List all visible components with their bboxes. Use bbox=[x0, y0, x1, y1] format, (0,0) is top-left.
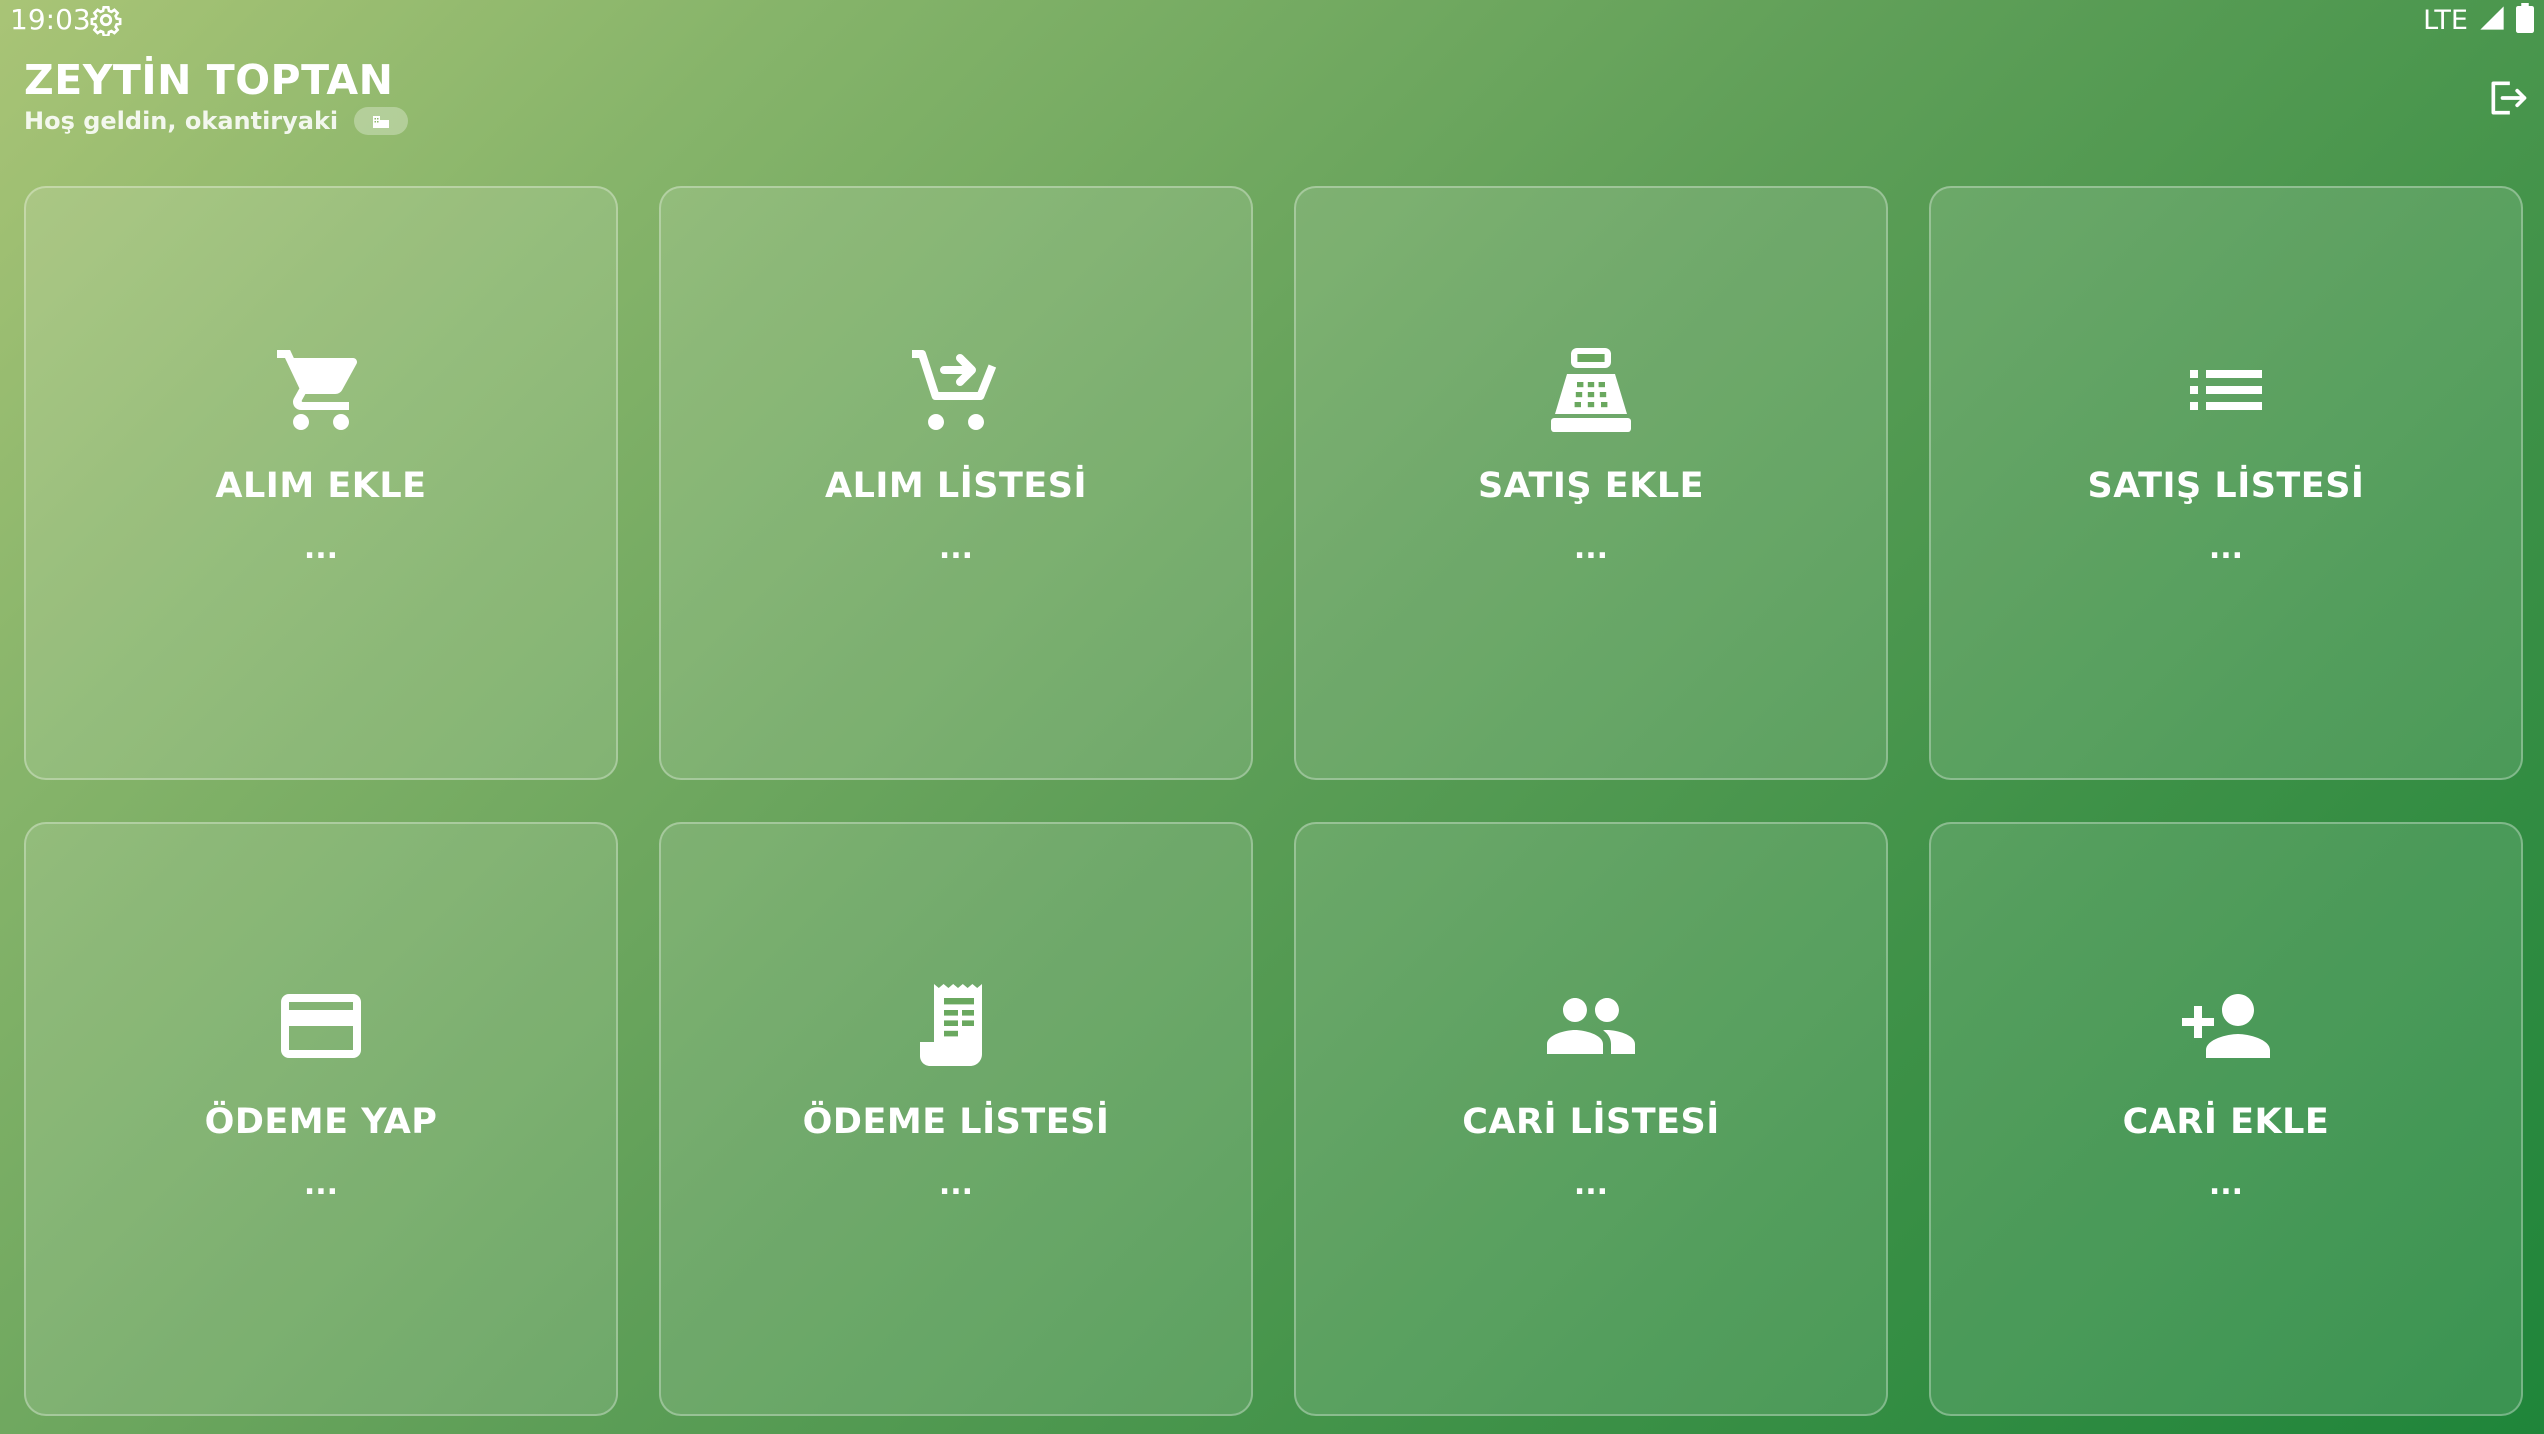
status-time: 19:03 bbox=[10, 3, 91, 36]
signal-icon bbox=[2478, 4, 2506, 37]
card-subtitle: ... bbox=[303, 531, 339, 566]
card-subtitle: ... bbox=[2208, 531, 2244, 566]
menu-grid: ALIM EKLE ... ALIM LİSTESİ ... SATIŞ EKL… bbox=[24, 186, 2524, 1416]
card-subtitle: ... bbox=[1573, 531, 1609, 566]
card-label: ÖDEME LİSTESİ bbox=[802, 1102, 1110, 1142]
menu-card-odeme-listesi[interactable]: ÖDEME LİSTESİ ... bbox=[659, 822, 1253, 1416]
settings-gear-icon bbox=[90, 4, 122, 37]
greeting-row: Hoş geldin, okantiryaki bbox=[24, 104, 409, 138]
people-icon bbox=[1543, 978, 1639, 1074]
menu-card-cari-ekle[interactable]: CARİ EKLE ... bbox=[1929, 822, 2523, 1416]
receipt-icon bbox=[908, 978, 1004, 1074]
card-subtitle: ... bbox=[303, 1167, 339, 1202]
menu-card-alim-ekle[interactable]: ALIM EKLE ... bbox=[24, 186, 618, 780]
business-icon bbox=[354, 107, 409, 135]
card-subtitle: ... bbox=[938, 531, 974, 566]
menu-card-satis-listesi[interactable]: SATIŞ LİSTESİ ... bbox=[1929, 186, 2523, 780]
menu-card-satis-ekle[interactable]: SATIŞ EKLE ... bbox=[1294, 186, 1888, 780]
menu-card-cari-listesi[interactable]: CARİ LİSTESİ ... bbox=[1294, 822, 1888, 1416]
card-subtitle: ... bbox=[2208, 1167, 2244, 1202]
logout-icon bbox=[2491, 81, 2527, 115]
card-label: CARİ LİSTESİ bbox=[1462, 1102, 1720, 1142]
card-label: ALIM EKLE bbox=[215, 466, 427, 506]
network-type: LTE bbox=[2423, 4, 2468, 36]
menu-card-alim-listesi[interactable]: ALIM LİSTESİ ... bbox=[659, 186, 1253, 780]
status-indicators: LTE bbox=[2423, 2, 2534, 38]
card-label: SATIŞ LİSTESİ bbox=[2087, 466, 2365, 506]
card-subtitle: ... bbox=[938, 1167, 974, 1202]
credit-card-icon bbox=[273, 978, 369, 1074]
status-bar: 19:03 LTE bbox=[0, 0, 2544, 40]
cart-arrow-icon bbox=[908, 342, 1004, 438]
card-label: ALIM LİSTESİ bbox=[825, 466, 1087, 506]
app-title: ZEYTİN TOPTAN bbox=[24, 56, 394, 104]
battery-icon bbox=[2516, 2, 2534, 38]
list-icon bbox=[2178, 342, 2274, 438]
menu-card-odeme-yap[interactable]: ÖDEME YAP ... bbox=[24, 822, 618, 1416]
cash-register-icon bbox=[1543, 342, 1639, 438]
cart-icon bbox=[273, 342, 369, 438]
card-label: CARİ EKLE bbox=[2122, 1102, 2330, 1142]
greeting-text: Hoş geldin, okantiryaki bbox=[24, 107, 339, 135]
card-label: ÖDEME YAP bbox=[204, 1102, 438, 1142]
logout-button[interactable] bbox=[2486, 76, 2530, 120]
person-add-icon bbox=[2178, 978, 2274, 1074]
card-subtitle: ... bbox=[1573, 1167, 1609, 1202]
card-label: SATIŞ EKLE bbox=[1477, 466, 1705, 506]
